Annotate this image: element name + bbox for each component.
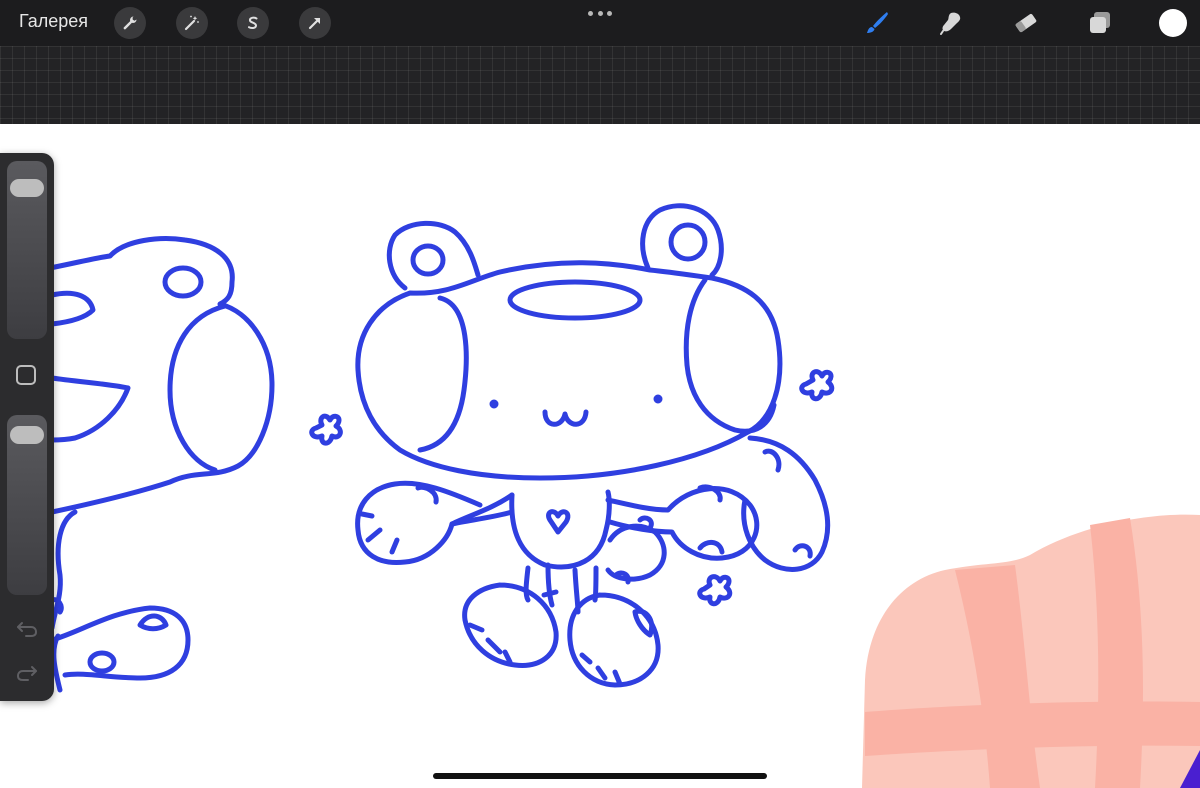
- brush-icon[interactable]: [862, 8, 892, 38]
- center-frog-drawing: [309, 203, 835, 688]
- undo-icon[interactable]: [14, 617, 40, 639]
- brush-sidebar: [0, 153, 54, 701]
- magic-wand-icon[interactable]: [176, 7, 208, 39]
- artwork: [47, 203, 1200, 788]
- brush-size-thumb[interactable]: [10, 179, 44, 198]
- smudge-icon[interactable]: [936, 8, 966, 38]
- layers-icon[interactable]: [1085, 8, 1115, 38]
- peach-shape: [862, 514, 1200, 788]
- wrench-icon[interactable]: [114, 7, 146, 39]
- gallery-button[interactable]: Галерея: [19, 11, 88, 32]
- home-indicator[interactable]: [433, 773, 767, 779]
- opacity-slider[interactable]: [7, 415, 47, 595]
- left-frog-drawing: [47, 236, 275, 693]
- procreate-app: Галерея: [0, 0, 1200, 788]
- redo-icon[interactable]: [14, 661, 40, 683]
- color-picker-button[interactable]: [1159, 9, 1187, 37]
- top-toolbar: Галерея: [0, 0, 1200, 46]
- transform-arrow-icon[interactable]: [299, 7, 331, 39]
- canvas-background-grid: [0, 46, 1200, 124]
- modify-square-icon[interactable]: [16, 365, 36, 385]
- drawing-canvas[interactable]: [0, 124, 1200, 788]
- eraser-icon[interactable]: [1011, 8, 1041, 38]
- more-options-icon[interactable]: [588, 8, 612, 18]
- selection-s-icon[interactable]: [237, 7, 269, 39]
- opacity-thumb[interactable]: [10, 425, 44, 444]
- brush-size-slider[interactable]: [7, 161, 47, 339]
